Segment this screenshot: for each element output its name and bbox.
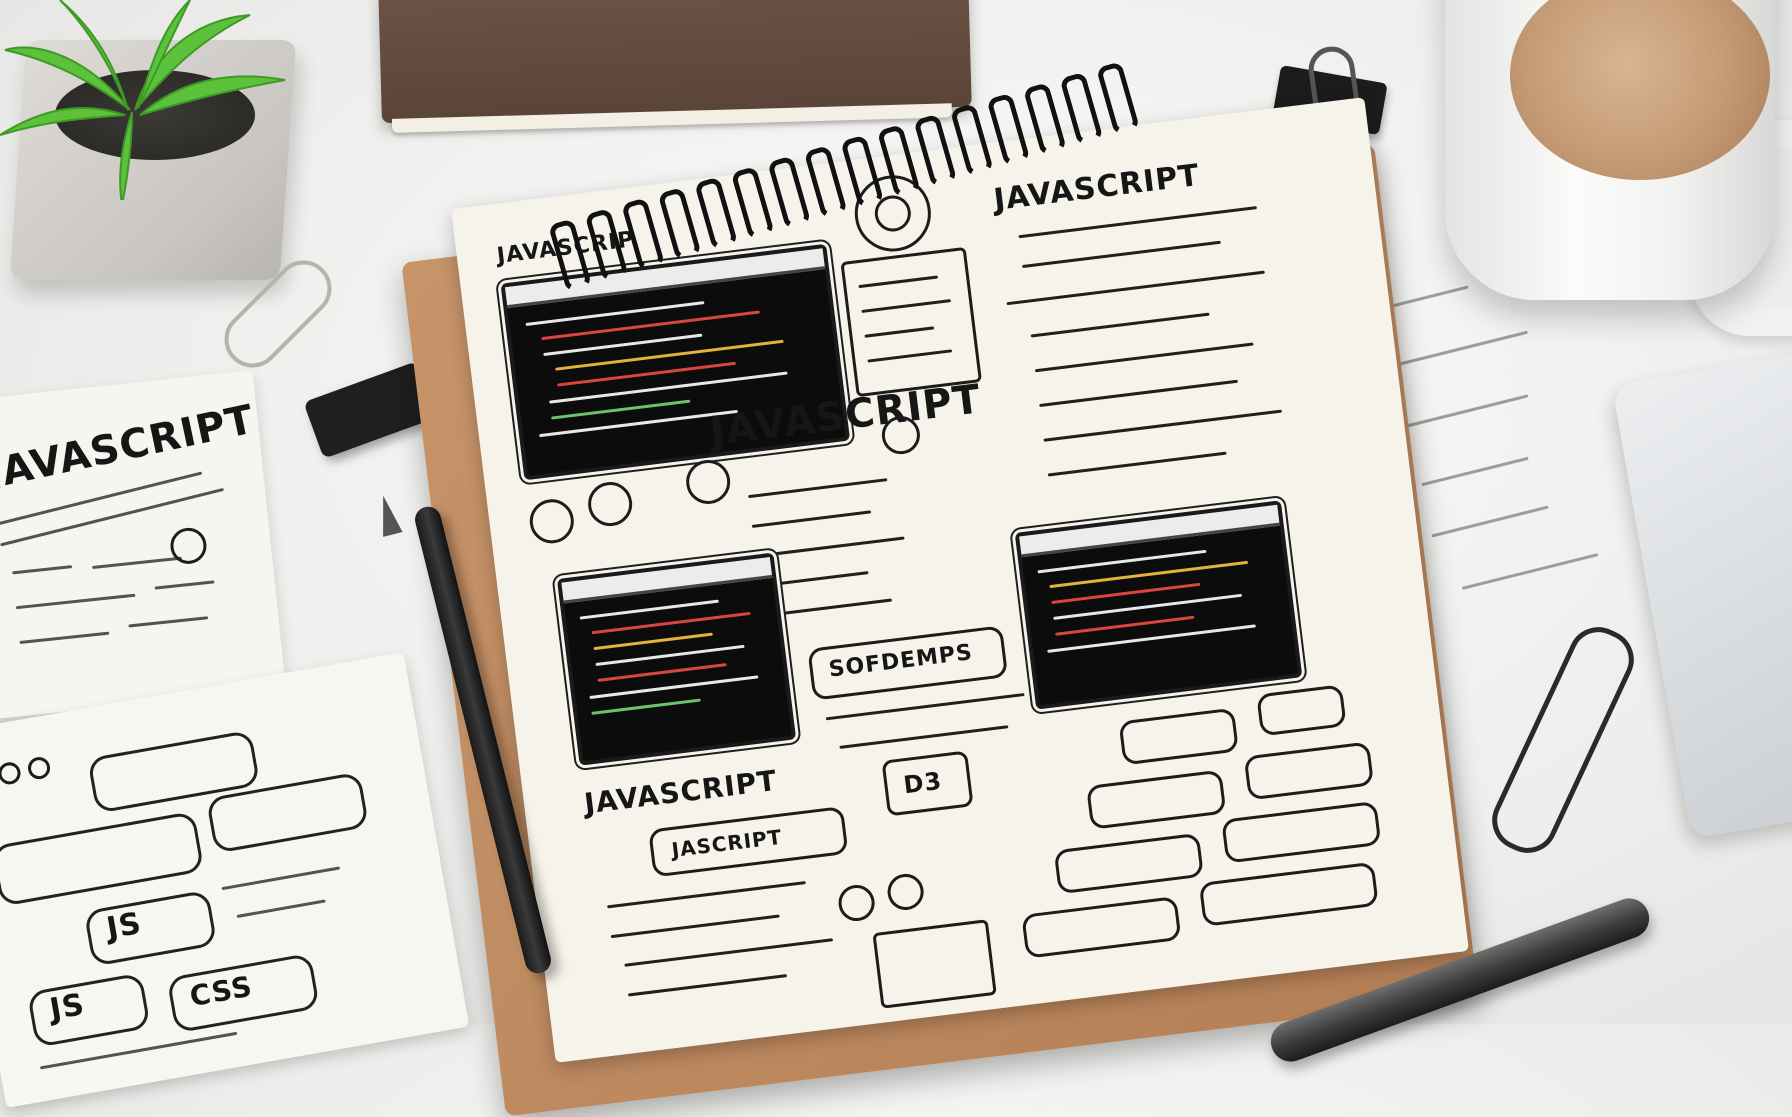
- code-window-1: [500, 243, 851, 481]
- sheet-label-js-b: JS: [47, 987, 88, 1028]
- sketch-card-1: [840, 246, 983, 398]
- d3-box: D3: [881, 750, 974, 817]
- notebook-title-bottom-small: JASCRIPT: [670, 824, 784, 863]
- code-window-3: [1014, 500, 1303, 710]
- jascript-box: JASCRIPT: [648, 805, 849, 878]
- notebook-title-bottom: JAVASCRIPT: [582, 763, 780, 821]
- sofdemps-box: SOFDEMPS: [807, 625, 1009, 701]
- code-window-2: [556, 552, 797, 766]
- sheet-label-js-a: JS: [104, 905, 145, 947]
- sheet-title: JAVASCRIPT: [0, 396, 259, 499]
- tablet-device: [1612, 340, 1792, 840]
- sofdemps-label: SOFDEMPS: [827, 640, 975, 683]
- paper-sheet-left-bottom: JS JS CSS: [0, 652, 470, 1108]
- pen-tip-icon: [373, 493, 403, 537]
- paper-sheet-left-top: JAVASCRIPT: [0, 370, 286, 720]
- plant-leaves-icon: [0, 0, 286, 200]
- d3-label: D3: [901, 766, 944, 800]
- paperclip-right-icon: [1482, 617, 1644, 863]
